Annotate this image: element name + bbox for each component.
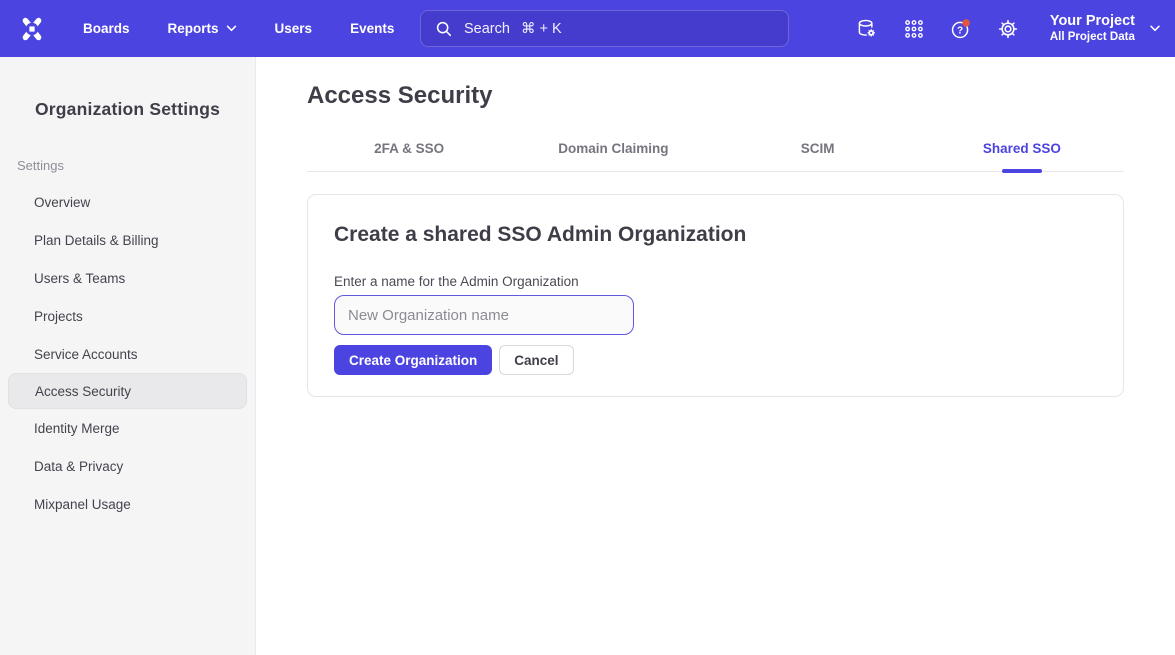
gear-icon — [997, 18, 1019, 40]
data-management-button[interactable] — [856, 18, 878, 40]
settings-sidebar: Organization Settings Settings Overview … — [0, 57, 256, 655]
sidebar-item-service-accounts[interactable]: Service Accounts — [0, 335, 255, 373]
create-admin-org-card: Create a shared SSO Admin Organization E… — [307, 194, 1124, 397]
nav-users[interactable]: Users — [275, 21, 313, 36]
project-name: Your Project — [1050, 13, 1135, 30]
sidebar-nav: Overview Plan Details & Billing Users & … — [0, 183, 255, 523]
main-content: Access Security 2FA & SSO Domain Claimin… — [256, 57, 1175, 655]
sidebar-item-overview[interactable]: Overview — [0, 183, 255, 221]
search-icon — [435, 20, 453, 38]
nav-events-label: Events — [350, 21, 394, 36]
mixpanel-logo-icon[interactable] — [18, 15, 46, 43]
cancel-button[interactable]: Cancel — [499, 345, 573, 375]
sidebar-item-identity-merge[interactable]: Identity Merge — [0, 409, 255, 447]
sidebar-item-access-security[interactable]: Access Security — [8, 373, 247, 409]
tab-shared-sso[interactable]: Shared SSO — [920, 141, 1124, 171]
project-switcher[interactable]: Your Project All Project Data — [1050, 13, 1161, 45]
help-button[interactable]: ? — [950, 18, 972, 40]
tab-bar: 2FA & SSO Domain Claiming SCIM Shared SS… — [307, 141, 1124, 172]
search-shortcut-hint: ⌘ + K — [521, 21, 562, 37]
sidebar-section-label: Settings — [17, 158, 255, 173]
project-scope: All Project Data — [1050, 30, 1135, 45]
sidebar-item-plan-details-billing[interactable]: Plan Details & Billing — [0, 221, 255, 259]
org-name-field-label: Enter a name for the Admin Organization — [334, 274, 1097, 289]
nav-boards-label: Boards — [83, 21, 130, 36]
chevron-down-icon — [226, 25, 237, 32]
tab-2fa-sso[interactable]: 2FA & SSO — [307, 141, 511, 171]
sidebar-item-users-teams[interactable]: Users & Teams — [0, 259, 255, 297]
card-title: Create a shared SSO Admin Organization — [334, 223, 1097, 247]
nav-events[interactable]: Events — [350, 21, 394, 36]
search-input[interactable]: Search ⌘ + K — [420, 10, 789, 47]
top-right-group: ? Your Project All Project Data — [856, 0, 1161, 57]
page-title: Access Security — [307, 82, 1124, 110]
top-navigation-bar: Boards Reports Users Events Search ⌘ + K — [0, 0, 1175, 57]
settings-button[interactable] — [997, 18, 1019, 40]
app-root: Boards Reports Users Events Search ⌘ + K — [0, 0, 1175, 655]
tab-domain-claiming[interactable]: Domain Claiming — [511, 141, 715, 171]
card-actions: Create Organization Cancel — [334, 345, 1097, 375]
apps-grid-icon — [903, 18, 925, 40]
org-name-input[interactable] — [334, 295, 634, 335]
nav-boards[interactable]: Boards — [83, 21, 130, 36]
project-labels: Your Project All Project Data — [1050, 13, 1135, 45]
nav-reports[interactable]: Reports — [168, 21, 237, 36]
help-icon: ? — [950, 18, 972, 40]
nav-users-label: Users — [275, 21, 313, 36]
sidebar-item-data-privacy[interactable]: Data & Privacy — [0, 447, 255, 485]
create-organization-button[interactable]: Create Organization — [334, 345, 492, 375]
tab-scim[interactable]: SCIM — [716, 141, 920, 171]
nav-reports-label: Reports — [168, 21, 219, 36]
database-gear-icon — [856, 18, 878, 40]
search-placeholder: Search — [464, 21, 510, 37]
sidebar-item-projects[interactable]: Projects — [0, 297, 255, 335]
apps-menu-button[interactable] — [903, 18, 925, 40]
nav-left-group: Boards Reports Users Events — [0, 15, 432, 43]
svg-text:?: ? — [957, 25, 963, 36]
sidebar-item-mixpanel-usage[interactable]: Mixpanel Usage — [0, 485, 255, 523]
chevron-down-icon — [1149, 25, 1161, 32]
notification-dot — [962, 19, 970, 27]
sidebar-title: Organization Settings — [0, 99, 255, 120]
